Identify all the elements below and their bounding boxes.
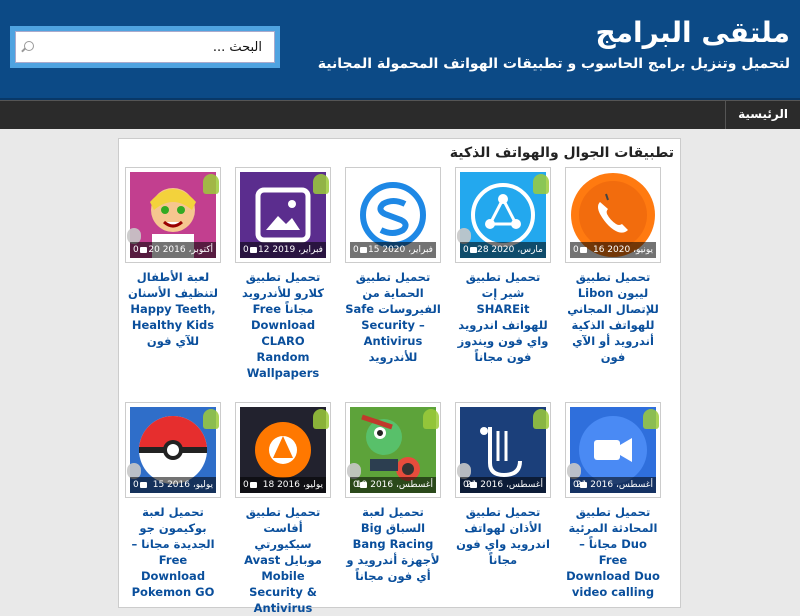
site-header: ملتقى البرامج لتحميل وتنزيل برامج الحاسو… — [0, 0, 800, 100]
post-thumbnail[interactable]: 16 يونيو، 2020 0 — [565, 167, 661, 263]
comment-count[interactable]: 0 — [133, 477, 147, 493]
post-title-link[interactable]: تحميل تطبيق الحماية من الفيروسات Safe Se… — [345, 269, 441, 365]
search-input[interactable] — [38, 32, 268, 62]
android-icon — [313, 174, 329, 194]
post-thumbnail[interactable]: 12 فبراير، 2019 0 — [235, 167, 331, 263]
post-date: 28 مارس، 2020 — [477, 245, 543, 255]
android-icon — [423, 409, 439, 429]
post-card[interactable]: 21 أغسطس، 2016 0 تحميل تطبيق الأذان لهوا… — [455, 402, 551, 568]
post-thumbnail[interactable]: 28 مارس، 2020 0 — [455, 167, 551, 263]
post-card[interactable]: 12 فبراير، 2019 0 تحميل تطبيق كلارو للأن… — [235, 167, 331, 381]
comment-icon — [249, 246, 257, 253]
android-icon — [203, 409, 219, 429]
post-date: 15 فبراير، 2020 — [368, 245, 433, 255]
post-card[interactable]: 20 أكتوبر، 2016 0 لعبة الأطفال لتنظيف ال… — [125, 167, 221, 349]
main-nav: الرئيسية — [0, 100, 800, 129]
post-meta: 18 يوليو، 2016 0 — [240, 477, 326, 493]
comment-icon — [579, 481, 587, 488]
post-meta: 28 مارس، 2020 0 — [460, 242, 546, 258]
post-card[interactable]: 15 فبراير، 2020 0 تحميل تطبيق الحماية من… — [345, 167, 441, 365]
post-meta: 19 أغسطس، 2016 0 — [350, 477, 436, 493]
post-card[interactable]: 15 يوليو، 2016 0 تحميل لعبة بوكيمون جو ا… — [125, 402, 221, 600]
post-date: 21 أغسطس، 2016 — [466, 480, 543, 490]
android-icon — [313, 409, 329, 429]
comment-count[interactable]: 0 — [133, 242, 147, 258]
post-title-link[interactable]: لعبة الأطفال لتنظيف الأسنان Happy Teeth,… — [125, 269, 221, 349]
post-meta: 16 يونيو، 2020 0 — [570, 242, 656, 258]
android-icon — [203, 174, 219, 194]
post-title-link[interactable]: تحميل تطبيق كلارو للأندرويد مجاناً Free … — [235, 269, 331, 381]
comment-icon — [139, 481, 147, 488]
post-thumbnail[interactable]: 20 أكتوبر، 2016 0 — [125, 167, 221, 263]
comment-count[interactable]: 0 — [573, 477, 587, 493]
content-panel: تطبيقات الجوال والهواتف الذكية 16 يونيو،… — [118, 138, 681, 615]
comment-count[interactable]: 0 — [353, 477, 367, 493]
site-title[interactable]: ملتقى البرامج — [596, 16, 791, 49]
section-title: تطبيقات الجوال والهواتف الذكية — [449, 145, 674, 161]
comment-count[interactable]: 0 — [243, 477, 257, 493]
post-title-link[interactable]: تحميل لعبة السباق Big Bang Racing لأجهزة… — [345, 504, 441, 584]
post-title-link[interactable]: تحميل تطبيق أفاست سيكيورتي موبايل Avast … — [235, 504, 331, 616]
post-title-link[interactable]: تحميل تطبيق المحادثة المرئية Duo مجاناً … — [565, 504, 661, 600]
android-icon — [533, 174, 549, 194]
comment-count[interactable]: 0 — [463, 242, 477, 258]
comment-icon — [249, 481, 257, 488]
comment-icon — [579, 246, 587, 253]
search-field — [15, 31, 275, 63]
post-date: 18 يوليو، 2016 — [262, 480, 323, 490]
post-thumbnail[interactable]: 15 يوليو، 2016 0 — [125, 402, 221, 498]
nav-home[interactable]: الرئيسية — [725, 101, 800, 129]
post-meta: 21 أغسطس، 2016 0 — [460, 477, 546, 493]
post-card[interactable]: 19 أغسطس، 2016 0 تحميل لعبة السباق Big B… — [345, 402, 441, 584]
post-meta: 15 يوليو، 2016 0 — [130, 477, 216, 493]
post-card[interactable]: 28 مارس، 2020 0 تحميل تطبيق شير إت SHARE… — [455, 167, 551, 365]
post-meta: 15 فبراير، 2020 0 — [350, 242, 436, 258]
post-date: 12 فبراير، 2019 — [258, 245, 323, 255]
post-meta: 21 أغسطس، 2016 0 — [570, 477, 656, 493]
android-icon — [643, 409, 659, 429]
search-icon[interactable] — [24, 41, 34, 51]
comment-count[interactable]: 0 — [463, 477, 477, 493]
comment-count[interactable]: 0 — [573, 242, 587, 258]
post-title-link[interactable]: تحميل لعبة بوكيمون جو الجديدة مجانا – Fr… — [125, 504, 221, 600]
comment-icon — [359, 481, 367, 488]
post-date: 21 أغسطس، 2016 — [576, 480, 653, 490]
post-thumbnail[interactable]: 19 أغسطس، 2016 0 — [345, 402, 441, 498]
post-thumbnail[interactable]: 18 يوليو، 2016 0 — [235, 402, 331, 498]
android-icon — [533, 409, 549, 429]
comment-count[interactable]: 0 — [353, 242, 367, 258]
post-date: 16 يونيو، 2020 — [592, 245, 653, 255]
post-title-link[interactable]: تحميل تطبيق الأذان لهواتف اندرويد واي فو… — [455, 504, 551, 568]
post-meta: 20 أكتوبر، 2016 0 — [130, 242, 216, 258]
post-date: 20 أكتوبر، 2016 — [148, 245, 213, 255]
post-card[interactable]: 16 يونيو، 2020 0 تحميل تطبيق ليبون Libon… — [565, 167, 661, 365]
post-card[interactable]: 18 يوليو، 2016 0 تحميل تطبيق أفاست سيكيو… — [235, 402, 331, 616]
comment-count[interactable]: 0 — [243, 242, 257, 258]
post-title-link[interactable]: تحميل تطبيق ليبون Libon للإتصال المجاني … — [565, 269, 661, 365]
post-card[interactable]: 21 أغسطس، 2016 0 تحميل تطبيق المحادثة ال… — [565, 402, 661, 600]
post-title-link[interactable]: تحميل تطبيق شير إت SHAREit للهواتف اندرو… — [455, 269, 551, 365]
site-description: لتحميل وتنزيل برامج الحاسوب و تطبيقات ال… — [317, 56, 790, 72]
post-date: 15 يوليو، 2016 — [152, 480, 213, 490]
comment-icon — [469, 481, 477, 488]
comment-icon — [469, 246, 477, 253]
post-thumbnail[interactable]: 15 فبراير، 2020 0 — [345, 167, 441, 263]
comment-icon — [139, 246, 147, 253]
post-date: 19 أغسطس، 2016 — [356, 480, 433, 490]
comment-icon — [359, 246, 367, 253]
post-meta: 12 فبراير، 2019 0 — [240, 242, 326, 258]
post-thumbnail[interactable]: 21 أغسطس، 2016 0 — [455, 402, 551, 498]
search-box — [10, 26, 280, 68]
post-thumbnail[interactable]: 21 أغسطس، 2016 0 — [565, 402, 661, 498]
